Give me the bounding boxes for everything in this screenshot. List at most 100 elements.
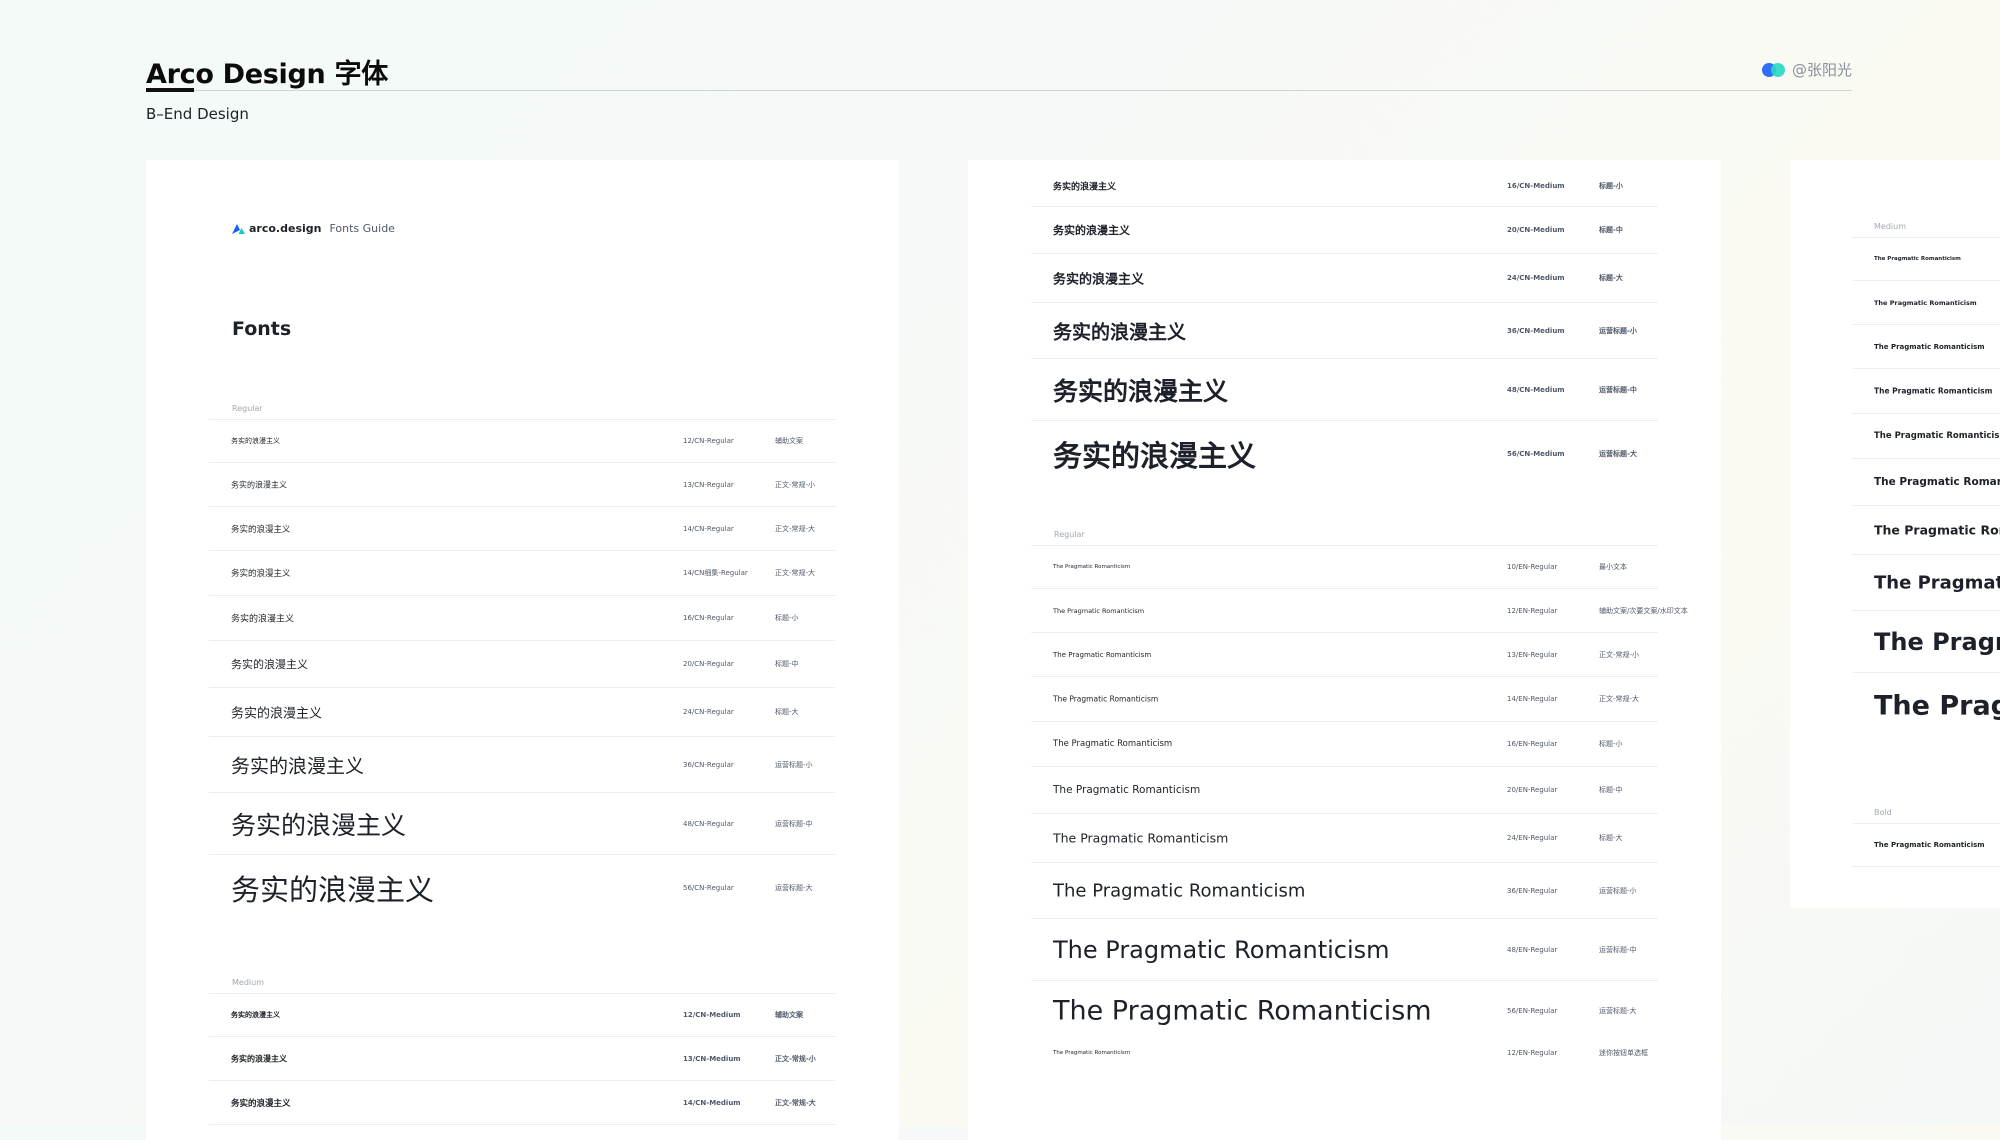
- page-header: Arco Design 字体 B–End Design @张阳光: [146, 46, 1852, 126]
- table-row: 务实的浪漫主义 48/CN-Regular 运营标题-中: [209, 793, 836, 855]
- table-row: The Pragmatic Romanticism: [1852, 673, 2000, 739]
- sample-text: The Pragmatic Romanticism: [1053, 880, 1306, 901]
- sample-text: 务实的浪漫主义: [231, 1011, 280, 1019]
- sample-text: 务实的浪漫主义: [1053, 321, 1187, 343]
- table-row: 务实的浪漫主义 24/CN-Medium 标题-大: [1031, 254, 1658, 303]
- table-row: 务实的浪漫主义 16/CN-Medium 标题-小: [1031, 166, 1658, 207]
- sample-text: The Pragmatic Romanticism: [1874, 386, 1993, 396]
- usage-text: 标题-中: [1599, 226, 1623, 234]
- table-row: 务实的浪漫主义 56/CN-Medium 运营标题-大: [1031, 421, 1658, 487]
- table-row: The Pragmatic Romanticism: [1852, 325, 2000, 369]
- sample-text: The Pragmatic Romanticism: [1053, 694, 1159, 704]
- spec-text: 16/EN-Regular: [1507, 740, 1558, 748]
- spec-text: 13/CN-Medium: [683, 1054, 741, 1063]
- table-row: 务实的浪漫主义 36/CN-Regular 运营标题-小: [209, 737, 836, 793]
- spec-text: 14/CN-Medium: [683, 1098, 741, 1107]
- sample-text: The Pragmatic Romanticism: [1053, 1050, 1131, 1056]
- spec-text: 48/CN-Regular: [683, 819, 734, 828]
- sample-text: The Pragmatic Romanticism: [1874, 572, 2000, 593]
- title-underline: [146, 88, 194, 92]
- usage-text: 运营标题-大: [1599, 450, 1637, 458]
- usage-text: 辅助文案/次要文案/水印文本: [1599, 606, 1688, 615]
- table-row: 务实的浪漫主义 12/CN-Regular 辅助文案: [209, 420, 836, 463]
- sample-text: The Pragmatic Romanticism: [1874, 522, 2000, 538]
- spec-text: 14/CN细集-Regular: [683, 569, 748, 577]
- spec-text: 13/EN-Regular: [1507, 650, 1558, 659]
- sample-text: The Pragmatic Romanticism: [1053, 830, 1229, 846]
- table-row: 务实的浪漫主义 14/CN-Medium 正文-常规-大: [209, 1081, 836, 1125]
- sample-text: The Pragmatic Romanticism: [1053, 606, 1145, 615]
- table-row: The Pragmatic Romanticism 10/EN-Regular 最小…: [1031, 546, 1658, 589]
- usage-text: 标题-小: [775, 614, 799, 622]
- table-row: The Pragmatic Romanticism: [1852, 506, 2000, 555]
- spec-text: 56/CN-Regular: [683, 884, 734, 892]
- table-row: 务实的浪漫主义 56/CN-Regular 运营标题-大: [209, 855, 836, 921]
- sample-text: 务实的浪漫主义: [231, 873, 435, 907]
- arco-logo: arco.design Fonts Guide: [232, 222, 395, 235]
- sample-text: 务实的浪漫主义: [1053, 272, 1145, 288]
- spec-text: 12/CN-Regular: [683, 437, 734, 445]
- cn-medium-list: 务实的浪漫主义 12/CN-Medium 辅助文案 务实的浪漫主义 13/CN-Med…: [209, 993, 836, 1125]
- section-label-medium: Medium: [1874, 222, 1906, 231]
- sample-text: 务实的浪漫主义: [1053, 376, 1229, 406]
- spec-text: 56/EN-Regular: [1507, 1007, 1558, 1015]
- author-logo-icon: [1761, 62, 1786, 77]
- cn-regular-list: 务实的浪漫主义 12/CN-Regular 辅助文案 务实的浪漫主义 13/CN-Re…: [209, 419, 836, 921]
- spec-text: 12/EN-Regular: [1507, 1049, 1558, 1057]
- usage-text: 运营标题-中: [775, 819, 813, 828]
- usage-text: 标题-中: [1599, 786, 1623, 794]
- usage-text: 运营标题-中: [1599, 945, 1637, 954]
- page-subtitle: B–End Design: [146, 105, 249, 123]
- usage-text: 运营标题-小: [775, 760, 813, 769]
- section-label-bold: Bold: [1874, 808, 1892, 817]
- spec-text: 20/CN-Medium: [1507, 226, 1565, 234]
- spec-text: 48/CN-Medium: [1507, 385, 1565, 394]
- table-row: The Pragmatic Romanticism 36/EN-Regular 运营…: [1031, 863, 1658, 919]
- sample-text: The Pragmatic Romanticism: [1874, 690, 2000, 722]
- table-row: The Pragmatic Romanticism: [1852, 414, 2000, 459]
- usage-text: 标题-小: [1599, 182, 1623, 190]
- spec-text: 10/EN-Regular: [1507, 563, 1558, 571]
- sample-text: 务实的浪漫主义: [1053, 224, 1130, 237]
- sample-text: 务实的浪漫主义: [231, 810, 407, 840]
- sample-text: The Pragmatic Romanticism: [1874, 841, 1985, 849]
- table-row: 务实的浪漫主义 20/CN-Regular 标题-中: [209, 641, 836, 688]
- usage-text: 标题-大: [1599, 834, 1623, 842]
- spec-text: 36/CN-Medium: [1507, 326, 1565, 335]
- table-row: The Pragmatic Romanticism 20/EN-Regular 标题…: [1031, 767, 1658, 814]
- usage-text: 正文-常规-小: [1599, 650, 1640, 659]
- sample-text: The Pragmatic Romanticism: [1874, 342, 1985, 351]
- sample-text: The Pragmatic Romanticism: [1874, 298, 1977, 307]
- spec-text: 24/CN-Regular: [683, 708, 734, 716]
- fonts-guide-card-2: 务实的浪漫主义 16/CN-Medium 标题-小 务实的浪漫主义 20/CN-Med…: [968, 160, 1721, 1140]
- sample-text: 务实的浪漫主义: [231, 1054, 287, 1063]
- sample-text: The Pragmatic Romanticism: [1053, 995, 1432, 1027]
- page-title: Arco Design 字体: [146, 59, 388, 90]
- table-row: 务实的浪漫主义 14/CN细集-Regular 正文-常规-大: [209, 551, 836, 596]
- sample-text: The Pragmatic Romanticism: [1874, 627, 2000, 656]
- sample-text: 务实的浪漫主义: [231, 755, 365, 777]
- usage-text: 标题-中: [775, 660, 799, 668]
- spec-text: 20/EN-Regular: [1507, 786, 1558, 794]
- spec-text: 14/EN-Regular: [1507, 695, 1558, 703]
- spec-text: 16/CN-Regular: [683, 614, 734, 622]
- spec-text: 14/CN-Regular: [683, 524, 734, 533]
- table-row: The Pragmatic Romanticism: [1852, 824, 2000, 867]
- usage-text: 运营标题-中: [1599, 385, 1637, 394]
- section-label-regular: Regular: [1054, 530, 1085, 539]
- header-divider: [146, 90, 1852, 91]
- table-row: 务实的浪漫主义 36/CN-Medium 运营标题-小: [1031, 303, 1658, 359]
- sample-text: 务实的浪漫主义: [231, 658, 308, 671]
- table-row: The Pragmatic Romanticism: [1852, 459, 2000, 506]
- sample-text: 务实的浪漫主义: [231, 569, 291, 579]
- table-row: The Pragmatic Romanticism 13/EN-Regular 正文…: [1031, 633, 1658, 677]
- spec-text: 24/EN-Regular: [1507, 834, 1558, 842]
- fonts-guide-card-1: arco.design Fonts Guide Fonts Regular 务实…: [146, 160, 899, 1140]
- sample-text: 务实的浪漫主义: [231, 1098, 291, 1109]
- table-row: The Pragmatic Romanticism: [1852, 555, 2000, 611]
- arco-logo-icon: [232, 223, 245, 234]
- table-row: 务实的浪漫主义 24/CN-Regular 标题-大: [209, 688, 836, 737]
- fonts-heading: Fonts: [232, 318, 292, 340]
- usage-text: 辅助文案: [775, 1011, 803, 1019]
- usage-text: 运营标题-大: [775, 884, 813, 892]
